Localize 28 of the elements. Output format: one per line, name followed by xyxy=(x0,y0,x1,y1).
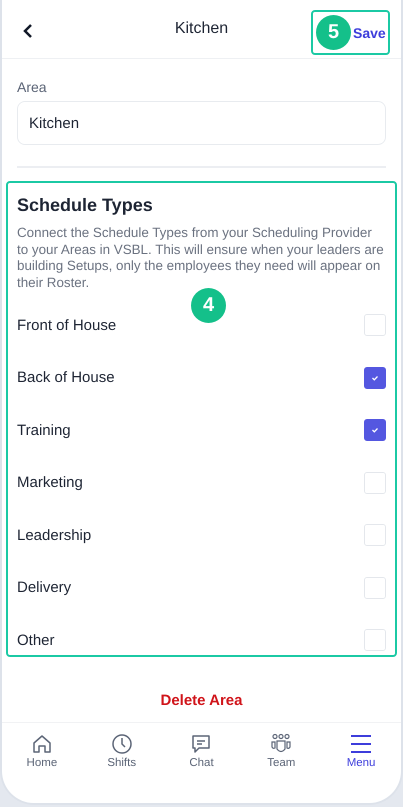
save-button[interactable]: Save xyxy=(353,24,386,40)
section-title: Schedule Types xyxy=(17,195,154,216)
screen-title: Kitchen xyxy=(174,20,228,38)
menu-icon xyxy=(350,733,372,755)
tab-bar-item[interactable]: Team xyxy=(241,723,322,789)
home-icon xyxy=(30,733,53,755)
schedule-type-label: Training xyxy=(17,422,71,439)
clock-icon xyxy=(110,733,133,755)
checkbox[interactable] xyxy=(364,366,386,389)
tab-bar-item[interactable]: Home xyxy=(2,723,82,789)
schedule-type-label: Front of House xyxy=(17,316,116,334)
tab-bar-item[interactable]: Chat xyxy=(162,723,242,789)
step-badge: 5 xyxy=(316,15,351,50)
tab-bar-item[interactable]: Shifts xyxy=(82,723,162,789)
field-label: Area xyxy=(17,79,48,95)
schedule-type-label: Other xyxy=(17,632,55,649)
chat-icon xyxy=(190,733,212,755)
checkbox[interactable] xyxy=(364,419,386,442)
tab-bar-item[interactable]: Menu xyxy=(321,723,401,789)
schedule-type-label: Leadership xyxy=(17,526,92,544)
area-name-field[interactable]: Kitchen xyxy=(17,101,386,145)
schedule-type-label: Back of House xyxy=(17,369,115,386)
schedule-type-label: Delivery xyxy=(17,579,72,596)
delete-area-button[interactable]: Delete Area xyxy=(154,691,248,710)
step-badge: 4 xyxy=(191,288,226,323)
schedule-type-label: Marketing xyxy=(17,474,83,492)
section-description: Connect the Schedule Types from your Scheduling Provider to your Areas in VSBL. This will ensure when your leaders are building Setups, only the employees they need will appear on their Roster. xyxy=(17,225,385,291)
team-icon xyxy=(270,733,292,755)
